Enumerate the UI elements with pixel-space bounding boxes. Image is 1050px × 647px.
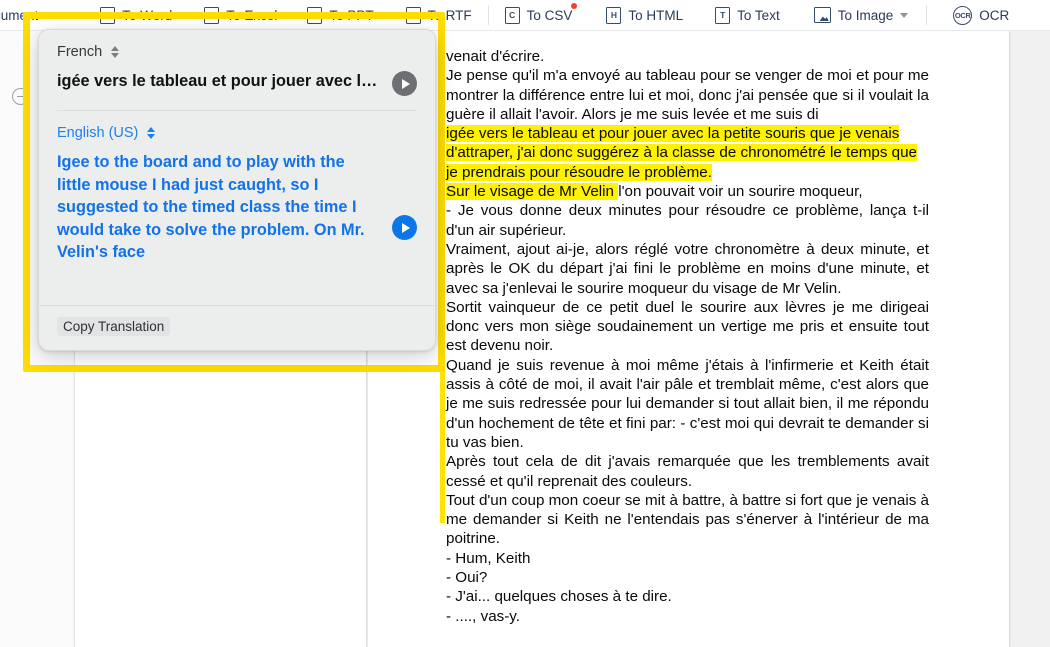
- toolbar-to-image-label: To Image: [837, 7, 894, 23]
- document-paragraph: Tout d'un coup mon coeur se mit à battre…: [446, 491, 929, 549]
- toolbar-ocr-label: OCR: [979, 7, 1010, 23]
- document-text-run: - Hum, Keith: [446, 549, 531, 567]
- toolbar-to-text-label: To Text: [737, 7, 780, 23]
- document-text-run: Sortit vainqueur de ce petit duel le sou…: [446, 298, 929, 355]
- image-file-icon: [813, 7, 831, 23]
- to-excel-file-icon: X: [204, 6, 220, 24]
- document-paragraph: - Hum, Keith: [446, 549, 929, 568]
- chevron-updown-icon[interactable]: [109, 46, 120, 58]
- toolbar-document-dropdown[interactable]: cument: [0, 0, 54, 31]
- toolbar-to-word[interactable]: W To Word: [100, 0, 172, 31]
- document-text-run: Après tout cela de dit j'avais remarquée…: [446, 453, 929, 490]
- play-icon-target[interactable]: [392, 215, 417, 240]
- toolbar-to-html-label: To HTML: [628, 7, 684, 23]
- selection-side-mark-upper: [440, 155, 445, 235]
- toolbar-to-excel[interactable]: X To Excel: [204, 0, 277, 31]
- conversion-toolbar: cument W To Word X To Excel P To PPT R To RTF C To…: [0, 0, 1050, 31]
- toolbar-to-text[interactable]: T To Text: [715, 0, 780, 31]
- right-gutter: [1011, 31, 1050, 647]
- target-language-selector[interactable]: English (US): [57, 125, 417, 141]
- highlighted-text: Sur le visage de Mr Velin: [446, 183, 619, 201]
- document-text-run: - J'ai... quelques choses à te dire.: [446, 588, 672, 606]
- document-paragraph: - ...., vas-y.: [446, 607, 929, 626]
- target-text: Igee to the board and to play with the l…: [57, 153, 365, 261]
- target-play-wrap: [392, 214, 417, 240]
- source-language-selector[interactable]: French: [57, 44, 417, 60]
- document-text-run: - ...., vas-y.: [446, 607, 520, 625]
- document-text-run: Vraiment, ajout ai-je, alors réglé votre…: [446, 240, 929, 297]
- translation-target-body: Igee to the board and to play with the l…: [39, 151, 435, 305]
- toolbar-to-excel-label: To Excel: [226, 7, 278, 23]
- translation-popup[interactable]: French igée vers le tableau et pour joue…: [38, 29, 436, 351]
- document-text-run: - Oui?: [446, 569, 488, 587]
- source-text: igée vers le tableau et pour jouer avec …: [57, 72, 378, 90]
- source-text-row: igée vers le tableau et pour jouer avec …: [57, 70, 417, 110]
- to-html-file-icon: H: [606, 6, 622, 24]
- document-paragraph: Quand je suis revenue à moi même j'étais…: [446, 356, 929, 452]
- document-paragraph: Je pense qu'il m'a envoyé au tableau pou…: [446, 66, 929, 124]
- document-text-run: l'on pouvait voir un sourire moqueur,: [618, 183, 863, 201]
- ocr-icon: OCR: [953, 5, 973, 25]
- document-text-run: venait d'écrire.: [446, 48, 545, 65]
- to-word-file-icon: W: [100, 6, 116, 24]
- document-text-run: Tout d'un coup mon coeur se mit à battre…: [446, 491, 929, 548]
- document-paragraph: igée vers le tableau et pour jouer avec …: [446, 124, 929, 182]
- document-paragraph: Après tout cela de dit j'avais remarquée…: [446, 452, 929, 491]
- document-text: venait d'écrire. Je pense qu'il m'a envoy…: [446, 47, 929, 626]
- source-language-label: French: [57, 44, 103, 60]
- translation-source-section: French igée vers le tableau et pour joue…: [39, 30, 435, 110]
- document-paragraph: venait d'écrire.: [446, 47, 929, 66]
- document-text-run: - Je vous donne deux minutes pour résoud…: [446, 202, 929, 239]
- document-paragraph: Sortit vainqueur de ce petit duel le sou…: [446, 298, 929, 356]
- toolbar-to-ppt[interactable]: P To PPT: [307, 0, 374, 31]
- toolbar-to-word-label: To Word: [122, 7, 173, 23]
- document-paragraph: Vraiment, ajout ai-je, alors réglé votre…: [446, 240, 929, 298]
- toolbar-separator: [926, 5, 928, 25]
- toolbar-to-csv-label: To CSV: [526, 7, 573, 23]
- document-paragraph: Sur le visage de Mr Velin l'on pouvait v…: [446, 182, 929, 201]
- play-icon-source[interactable]: [392, 71, 417, 96]
- to-ppt-file-icon: P: [307, 6, 323, 24]
- copy-translation-button[interactable]: Copy Translation: [57, 317, 171, 336]
- toolbar-ocr[interactable]: OCR OCR: [953, 0, 1009, 31]
- document-paragraph: - J'ai... quelques choses à te dire.: [446, 587, 929, 606]
- chevron-updown-icon-target[interactable]: [145, 127, 156, 139]
- toolbar-to-html[interactable]: H To HTML: [606, 0, 683, 31]
- chevron-down-icon[interactable]: [45, 12, 54, 18]
- toolbar-document-dropdown-label: cument: [0, 7, 39, 23]
- document-paragraph: - Oui?: [446, 568, 929, 587]
- document-text-run: Quand je suis revenue à moi même j'étais…: [446, 356, 929, 451]
- toolbar-to-image[interactable]: To Image: [813, 0, 909, 31]
- chevron-down-icon[interactable]: [900, 12, 909, 18]
- toolbar-to-ppt-label: To PPT: [329, 7, 374, 23]
- toolbar-to-csv[interactable]: C To CSV: [504, 0, 578, 31]
- toolbar-to-rtf[interactable]: R To RTF: [405, 0, 472, 31]
- minus-circle-icon[interactable]: [12, 88, 29, 105]
- to-text-file-icon: T: [715, 6, 731, 24]
- to-csv-file-icon: C: [504, 6, 520, 24]
- document-paragraph: - Je vous donne deux minutes pour résoud…: [446, 201, 929, 240]
- translation-popup-footer: Copy Translation: [39, 305, 435, 350]
- toolbar-separator: [487, 5, 489, 25]
- notification-dot: [571, 2, 578, 9]
- highlighted-text: igée vers le tableau et pour jouer avec …: [446, 125, 917, 181]
- toolbar-to-rtf-label: To RTF: [427, 7, 472, 23]
- translation-target-section: English (US): [39, 111, 435, 151]
- to-rtf-file-icon: R: [405, 6, 421, 24]
- app-window: cument W To Word X To Excel P To PPT R To RTF C To…: [0, 0, 1050, 647]
- selection-side-mark-lower: [440, 228, 445, 523]
- target-language-label: English (US): [57, 125, 139, 141]
- document-text-run: Je pense qu'il m'a envoyé au tableau pou…: [446, 67, 929, 123]
